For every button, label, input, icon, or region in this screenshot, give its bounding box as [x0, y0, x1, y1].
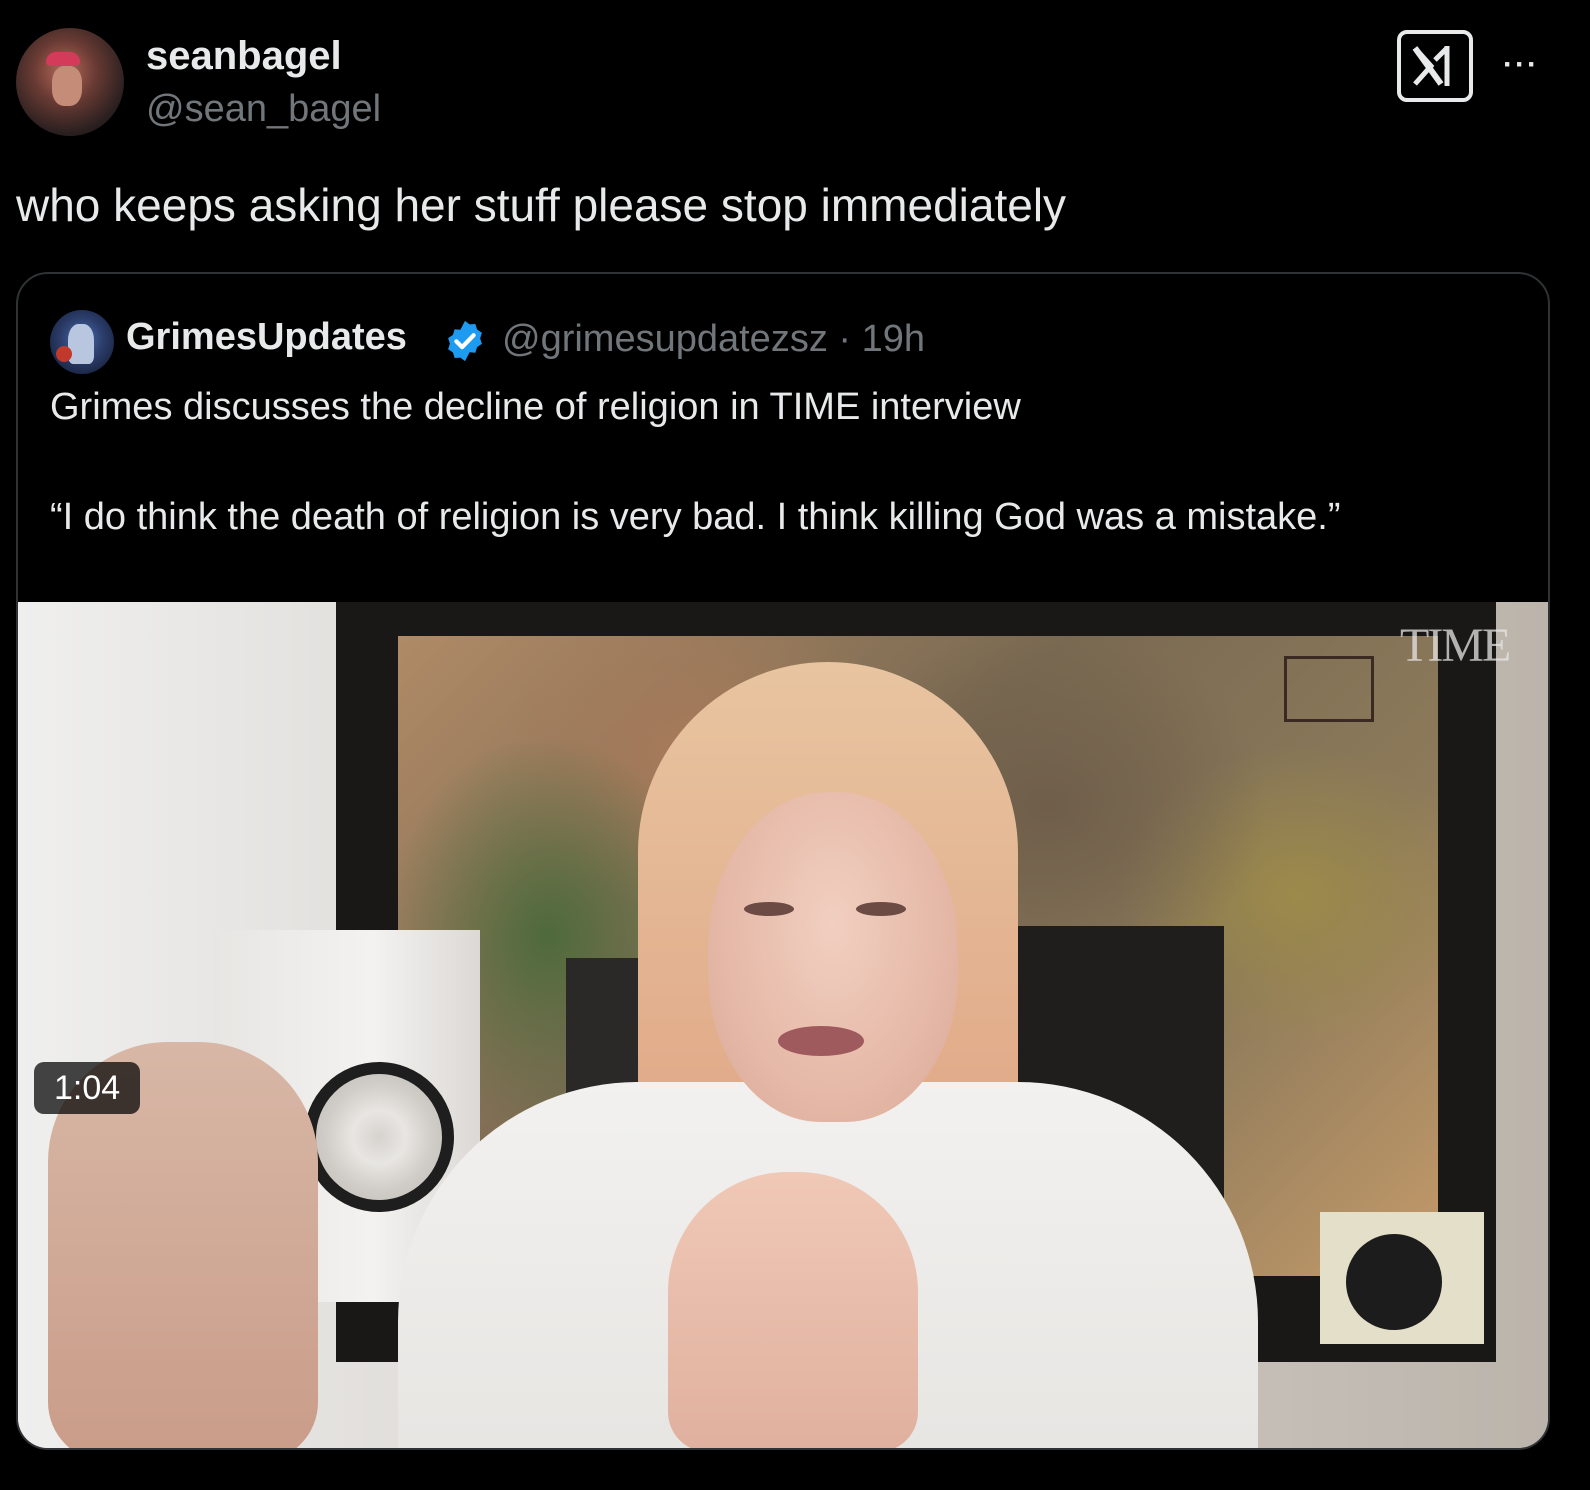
video-person-eye: [744, 902, 794, 916]
quoted-text-line1: Grimes discusses the decline of religion…: [50, 386, 1021, 428]
video-person-mouth: [778, 1026, 864, 1056]
video-person-eye: [856, 902, 906, 916]
tweet-text: who keeps asking her stuff please stop i…: [16, 179, 1067, 231]
video-speaker-right: [1320, 1212, 1484, 1344]
x-logo-icon[interactable]: [1397, 30, 1473, 102]
tweet-post: seanbagel @sean_bagel ··· who keeps aski…: [0, 0, 1590, 1490]
video-player[interactable]: TIME: [18, 602, 1548, 1448]
quoted-handle-timestamp[interactable]: @grimesupdatezsz · 19h: [502, 318, 925, 361]
quoted-author-avatar[interactable]: [50, 310, 114, 374]
video-person-face: [708, 792, 958, 1122]
quoted-tweet-card[interactable]: GrimesUpdates @grimesupdatezsz · 19h Gri…: [16, 272, 1550, 1450]
time-watermark: TIME: [1400, 619, 1511, 672]
video-speaker-woofer: [304, 1062, 454, 1212]
author-avatar[interactable]: [16, 28, 124, 136]
quoted-text-quote: “I do think the death of religion is ver…: [50, 496, 1341, 538]
verified-badge-icon: [448, 320, 482, 362]
more-options-icon[interactable]: ···: [1503, 48, 1539, 82]
author-handle[interactable]: @sean_bagel: [146, 88, 381, 131]
video-painting-stamp: [1284, 656, 1374, 722]
video-hand-center: [668, 1172, 918, 1448]
video-duration-badge: 1:04: [34, 1062, 141, 1114]
author-display-name[interactable]: seanbagel: [146, 34, 342, 79]
quoted-author-name[interactable]: GrimesUpdates: [126, 316, 407, 359]
